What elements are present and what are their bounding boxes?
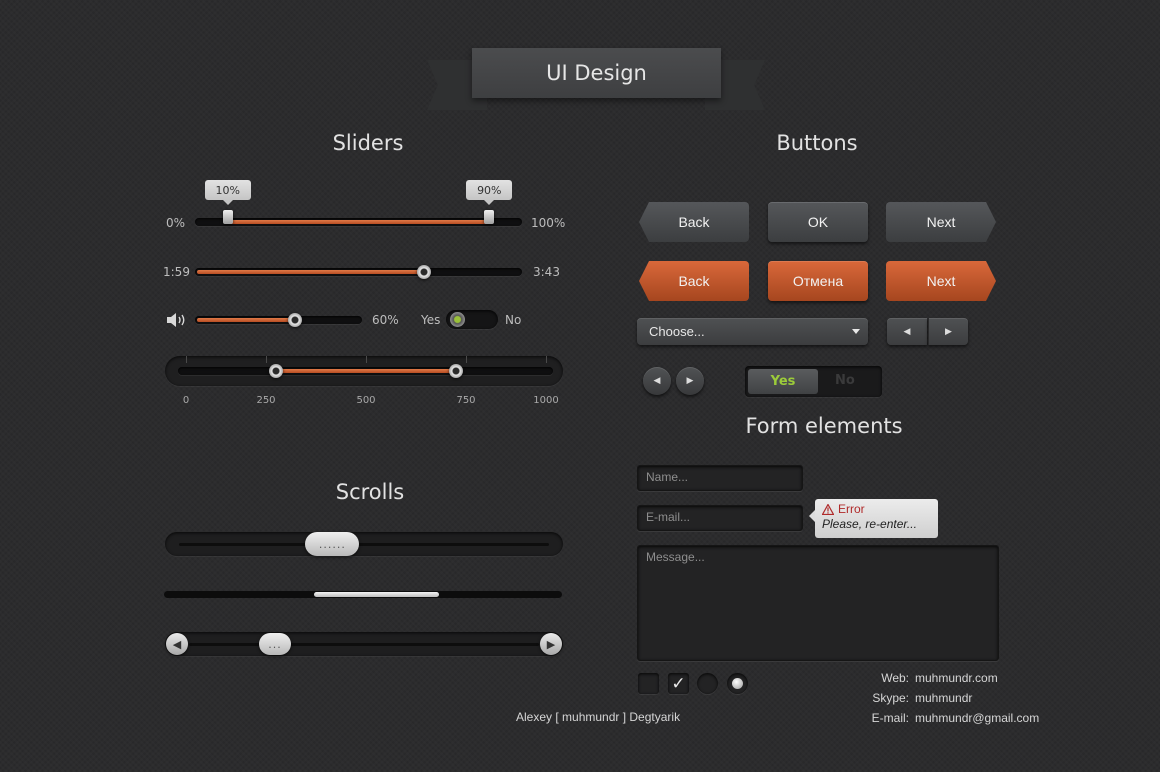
range-slider-track[interactable] xyxy=(195,218,522,226)
range-high-tooltip: 90% xyxy=(466,180,513,205)
triangle-right-icon: ▶ xyxy=(686,376,694,386)
contact-web: Web: muhmundr.com xyxy=(865,671,998,685)
dropdown-value: Choose... xyxy=(649,324,705,339)
skype-value[interactable]: muhmundr xyxy=(915,691,972,705)
scrollbar-1-track xyxy=(179,543,549,546)
round-prev-button[interactable]: ◀ xyxy=(643,367,671,395)
page-title: UI Design xyxy=(472,48,721,98)
volume-slider-knob[interactable] xyxy=(288,313,303,327)
media-start-time: 1:59 xyxy=(163,265,190,279)
scrollbar-3-track xyxy=(189,643,539,646)
scale-slider-fill xyxy=(276,369,456,373)
checkmark-icon: ✓ xyxy=(671,673,686,694)
form-heading: Form elements xyxy=(745,414,903,438)
contact-email: E-mail: muhmundr@gmail.com xyxy=(865,711,1040,725)
toggle-no-label: No xyxy=(505,313,522,327)
next-button-accent[interactable]: Next xyxy=(886,261,996,301)
scroll-right-arrow-icon[interactable]: ▶ xyxy=(540,633,562,655)
pager-prev-button[interactable]: ◀ xyxy=(887,318,927,345)
triangle-left-icon: ◀ xyxy=(653,376,661,386)
checkbox-checked[interactable]: ✓ xyxy=(668,673,689,694)
toggle-yes-option[interactable]: Yes xyxy=(748,369,818,394)
scroll-left-arrow-icon[interactable]: ◀ xyxy=(166,633,188,655)
ok-button[interactable]: OK xyxy=(768,202,868,242)
range-min-label: 0% xyxy=(166,216,186,230)
switch-indicator xyxy=(450,312,465,327)
choose-dropdown[interactable]: Choose... xyxy=(637,318,868,345)
scale-slider-track[interactable] xyxy=(178,367,553,375)
round-next-button[interactable]: ▶ xyxy=(676,367,704,395)
media-end-time: 3:43 xyxy=(533,265,560,279)
buttons-heading: Buttons xyxy=(776,131,858,155)
range-low-handle[interactable] xyxy=(222,210,233,224)
range-max-label: 100% xyxy=(531,216,566,230)
web-label: Web: xyxy=(881,671,909,685)
pager-next-button[interactable]: ▶ xyxy=(928,318,968,345)
chevron-down-icon xyxy=(852,329,860,334)
media-slider-knob[interactable] xyxy=(416,265,431,279)
error-tooltip: Error Please, re-enter... xyxy=(809,499,938,538)
media-slider-fill xyxy=(197,270,424,274)
scale-label: 500 xyxy=(356,395,376,406)
toggle-no-option[interactable]: No xyxy=(835,373,855,388)
radio-selected[interactable] xyxy=(727,673,748,694)
triangle-left-icon: ◀ xyxy=(903,326,911,337)
sliders-heading: Sliders xyxy=(332,131,404,155)
skype-label: Skype: xyxy=(872,691,909,705)
next-button[interactable]: Next xyxy=(886,202,996,242)
range-slider-fill xyxy=(227,220,490,224)
scale-label: 0 xyxy=(182,395,190,406)
range-high-handle[interactable] xyxy=(484,210,495,224)
scrollbar-3-thumb[interactable]: ... xyxy=(258,633,291,655)
scrollbar-2-thumb[interactable] xyxy=(314,592,440,597)
scale-tick xyxy=(266,356,267,363)
back-button[interactable]: Back xyxy=(639,202,749,242)
scrollbar-3[interactable] xyxy=(165,632,563,656)
web-value[interactable]: muhmundr.com xyxy=(915,671,998,685)
toggle-yes-label: Yes xyxy=(421,313,441,327)
scrollbar-1-thumb[interactable]: ...... xyxy=(305,532,360,556)
volume-value: 60% xyxy=(372,313,399,327)
scrolls-heading: Scrolls xyxy=(335,480,405,504)
radio-unselected[interactable] xyxy=(697,673,718,694)
scale-label: 1000 xyxy=(533,395,559,406)
checkbox-unchecked[interactable] xyxy=(638,673,659,694)
scale-tick xyxy=(366,356,367,363)
error-title: Error xyxy=(838,502,865,516)
contact-skype: Skype: muhmundr xyxy=(865,691,972,705)
back-button-accent[interactable]: Back xyxy=(639,261,749,301)
warning-icon xyxy=(822,503,834,515)
volume-slider-track[interactable] xyxy=(195,316,362,324)
scale-tick xyxy=(186,356,187,363)
scale-label: 750 xyxy=(456,395,476,406)
email-label: E-mail: xyxy=(871,711,909,725)
yes-no-switch[interactable] xyxy=(446,310,498,329)
author-credit: Alexey [ muhmundr ] Degtyarik xyxy=(516,710,681,724)
email-field[interactable]: E-mail... xyxy=(637,505,803,531)
message-textarea[interactable]: Message... xyxy=(637,545,999,661)
name-field[interactable]: Name... xyxy=(637,465,803,491)
scale-label: 250 xyxy=(256,395,276,406)
scale-tick xyxy=(546,356,547,363)
email-value[interactable]: muhmundr@gmail.com xyxy=(915,711,1039,725)
scale-low-knob[interactable] xyxy=(269,364,283,378)
error-message: Please, re-enter... xyxy=(822,517,917,531)
speaker-icon[interactable] xyxy=(166,311,188,329)
scale-tick xyxy=(466,356,467,363)
volume-slider-fill xyxy=(197,318,296,322)
cancel-button[interactable]: Отмена xyxy=(768,261,868,301)
scale-high-knob[interactable] xyxy=(449,364,463,378)
triangle-right-icon: ▶ xyxy=(945,326,952,337)
range-low-tooltip: 10% xyxy=(204,180,251,205)
yes-no-toggle[interactable]: Yes No xyxy=(745,366,882,397)
media-slider-track[interactable] xyxy=(195,268,522,276)
scrollbar-1[interactable] xyxy=(165,532,563,556)
